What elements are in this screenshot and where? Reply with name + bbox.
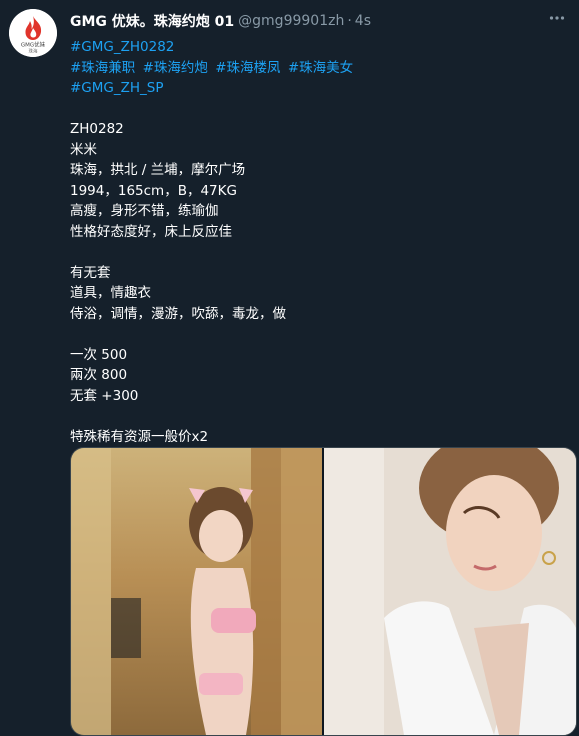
services-line: 侍浴，调情，漫游，吹舔，毒龙，做 (70, 305, 286, 322)
avatar-subtext: 珠海 (29, 48, 38, 55)
photo-left[interactable] (71, 448, 322, 735)
profile-stats: 1994，165cm，B，47KG (70, 182, 237, 199)
price-line: 兩次 800 (70, 367, 128, 383)
profile-code: ZH0282 (70, 121, 124, 137)
avatar[interactable]: GMG优妹 珠海 (9, 9, 57, 57)
tweet-text: #GMG_ZH0282 #珠海兼职 #珠海约炮 #珠海楼凤 #珠海美女 #GMG… (70, 37, 565, 447)
hashtag-link[interactable]: #珠海美女 (288, 60, 353, 76)
hashtag-link[interactable]: #珠海楼凤 (215, 60, 280, 76)
hashtag-link[interactable]: #珠海约炮 (143, 60, 208, 76)
services-line: 有无套 (70, 264, 111, 281)
hashtag-link[interactable]: #GMG_ZH_SP (70, 80, 164, 96)
more-dots-icon[interactable] (547, 8, 567, 28)
flame-logo-icon: GMG优妹 珠海 (9, 9, 57, 57)
profile-name: 米米 (70, 141, 97, 158)
hashtag-link[interactable]: #GMG_ZH0282 (70, 39, 174, 55)
avatar-text: GMG优妹 (21, 41, 46, 49)
profile-location: 珠海，拱北 / 兰埔，摩尔广场 (70, 162, 246, 178)
media-grid (70, 447, 577, 736)
price-line: 一次 500 (70, 346, 128, 363)
photo-right[interactable] (324, 448, 576, 735)
note-line: 特殊稀有资源一般价x2 (70, 428, 209, 445)
profile-desc: 性格好态度好，床上反应佳 (70, 223, 232, 240)
hashtag-link[interactable]: #珠海兼职 (70, 60, 135, 76)
handle[interactable]: @gmg99901zh (238, 13, 344, 29)
hashtag-row: #珠海兼职 #珠海约炮 #珠海楼凤 #珠海美女 (70, 58, 565, 79)
tweet[interactable]: GMG优妹 珠海 GMG 优妹。珠海约炮 01 @gmg99901zh · 4s… (0, 0, 579, 736)
services-line: 道具，情趣衣 (70, 285, 151, 301)
display-name[interactable]: GMG 优妹。珠海约炮 01 (70, 11, 234, 31)
profile-desc: 高瘦，身形不错，练瑜伽 (70, 203, 219, 219)
separator: · (347, 13, 352, 29)
price-line: 无套 +300 (70, 387, 139, 404)
tweet-header: GMG 优妹。珠海约炮 01 @gmg99901zh · 4s (70, 11, 567, 31)
timestamp[interactable]: 4s (355, 13, 371, 29)
